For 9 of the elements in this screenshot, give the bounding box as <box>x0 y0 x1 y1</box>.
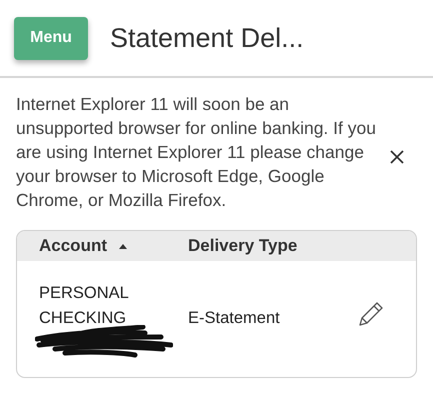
close-icon[interactable] <box>390 150 404 164</box>
edit-icon[interactable] <box>358 301 384 327</box>
column-header[interactable]: Account <box>39 233 107 259</box>
column-header[interactable]: Delivery Type <box>188 233 298 259</box>
table-cell-text: E-Statement <box>188 308 281 329</box>
sort-icon[interactable] <box>119 244 127 248</box>
table-cell-text: PERSONAL CHECKING <box>39 283 130 329</box>
page-title: Statement Del... <box>110 22 304 55</box>
browser-notice: Internet Explorer 11 will soon be an unsupported browser for online banking. If you are using Internet Explorer 11 please change your browser to Microsoft Edge, Google Chrome, or Mozilla Firefox. <box>16 93 377 212</box>
